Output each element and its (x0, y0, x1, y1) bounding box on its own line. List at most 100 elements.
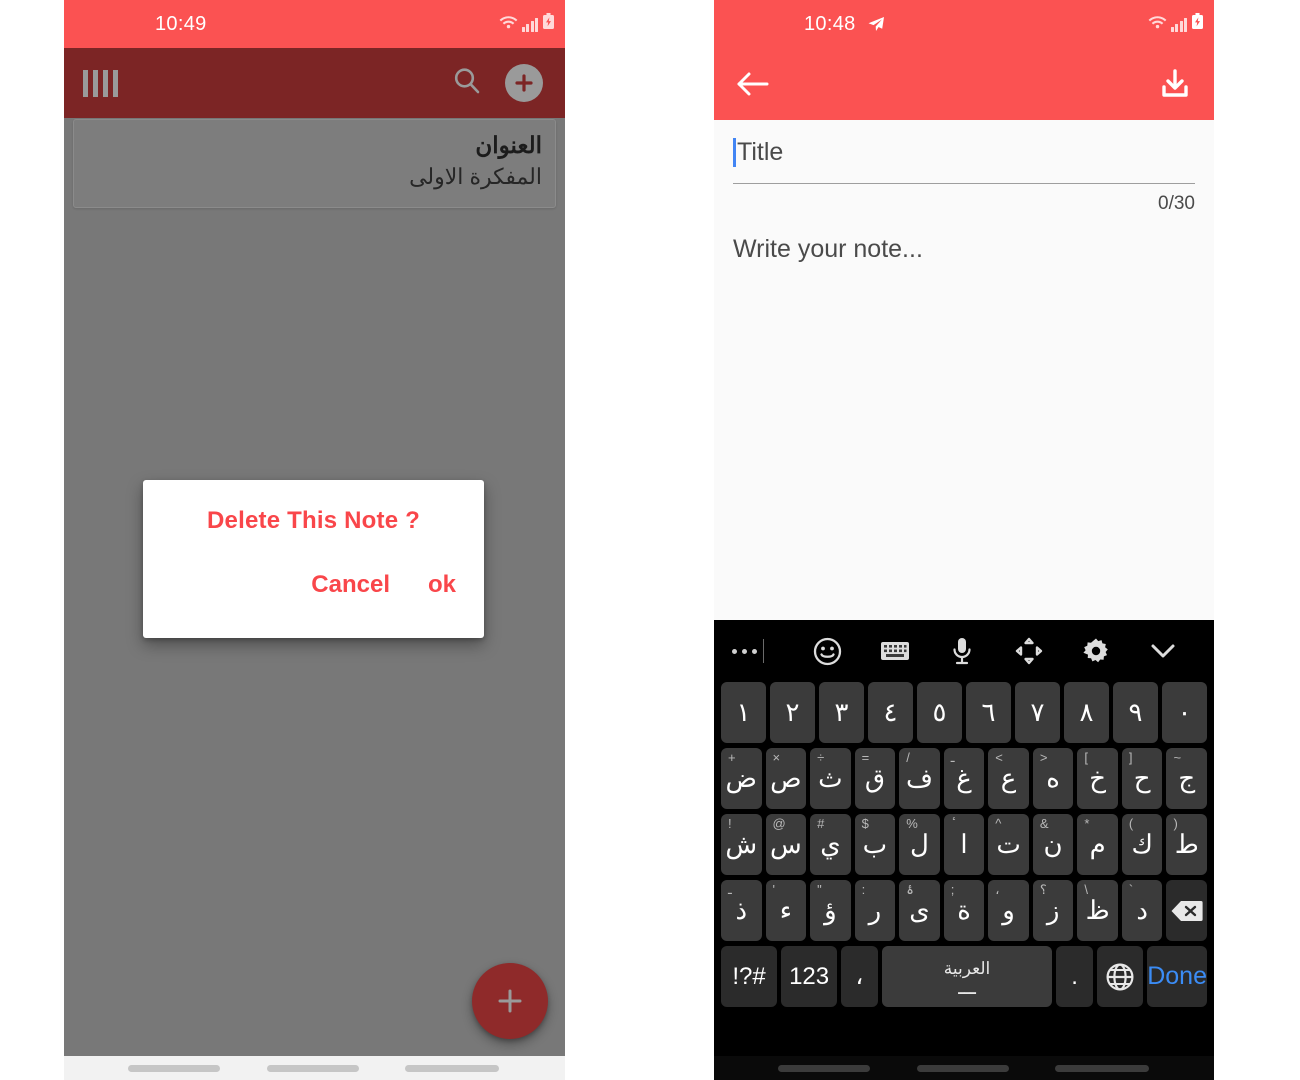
cancel-button[interactable]: Cancel (311, 571, 390, 599)
nav-pill-recents[interactable] (405, 1065, 499, 1072)
key-letter[interactable]: \ ظ (1077, 880, 1118, 941)
wifi-icon (1148, 14, 1167, 34)
ok-button[interactable]: ok (428, 571, 456, 599)
key-superscript: " (817, 882, 822, 897)
key-space[interactable]: العربية ـــ (881, 946, 1053, 1007)
key-letter[interactable]: ÷ ث (810, 748, 851, 809)
add-note-fab[interactable] (472, 963, 548, 1039)
key-digit[interactable]: ٤ (868, 682, 913, 743)
key-superscript: $ (861, 816, 869, 831)
right-status-bar: 10:48 (714, 0, 1214, 48)
key-letter[interactable]: & ن (1032, 814, 1074, 875)
key-letter[interactable]: ` د (1121, 880, 1163, 941)
left-navigation-bar[interactable] (64, 1056, 565, 1080)
key-letter[interactable]: % ل (899, 814, 940, 875)
left-app-bar (64, 48, 565, 118)
key-letter[interactable]: :ر (854, 880, 896, 941)
key-main: ؤ (824, 895, 837, 925)
key-letter[interactable]: ! ش (721, 814, 762, 875)
key-letter[interactable]: ^ ت (988, 814, 1029, 875)
nav-pill-home[interactable] (917, 1065, 1009, 1072)
key-letter[interactable]: / ف (899, 748, 940, 809)
key-superscript: @ (772, 816, 786, 831)
screenshot-stage: 10:49 العنوان المفكرة الاولى Delete This… (0, 0, 1300, 1080)
key-letter[interactable]: @ س (765, 814, 807, 875)
key-digit[interactable]: ٣ (819, 682, 864, 743)
key-letter[interactable]: $ ب (854, 814, 896, 875)
dialog-actions: Cancel ok (143, 571, 484, 599)
key-superscript: ) (1173, 816, 1178, 831)
key-superscript: # (817, 816, 825, 831)
key-letter[interactable]: ؟ ز (1032, 880, 1074, 941)
key-digit[interactable]: ٦ (966, 682, 1011, 743)
char-counter: 0/30 (1158, 193, 1195, 214)
key-letter[interactable]: × ص (765, 748, 807, 809)
note-body-input[interactable]: Write your note... (733, 215, 1195, 264)
key-digit[interactable]: ٨ (1064, 682, 1109, 743)
key-digit[interactable]: ٠ (1162, 682, 1207, 743)
key-done[interactable]: Done (1147, 946, 1207, 1007)
key-superscript: ~ (1173, 750, 1182, 765)
nav-pill-back[interactable] (778, 1065, 870, 1072)
key-letter[interactable]: ~ ج (1166, 748, 1208, 809)
key-numbers[interactable]: 123 (781, 946, 838, 1007)
emoji-icon[interactable] (794, 637, 861, 666)
key-digit[interactable]: ١ (721, 682, 766, 743)
key-letter[interactable]: ٔا (943, 814, 985, 875)
chevron-down-icon[interactable] (1129, 642, 1196, 660)
search-icon[interactable] (451, 65, 483, 102)
note-title: العنوان (475, 132, 542, 158)
nav-pill-home[interactable] (267, 1065, 359, 1072)
key-superscript: ( (1128, 816, 1134, 831)
key-letter[interactable]: # ي (810, 814, 851, 875)
key-letter[interactable]: ـغ (943, 748, 985, 809)
key-main: ز (1046, 895, 1060, 925)
key-digit[interactable]: ٢ (770, 682, 815, 743)
key-letter[interactable]: + ض (721, 748, 762, 809)
key-letter[interactable]: > ه (1032, 748, 1074, 809)
key-comma[interactable]: ، (841, 946, 878, 1007)
key-letter[interactable]: ' ء (765, 880, 807, 941)
key-digit[interactable]: ٩ (1113, 682, 1158, 743)
key-superscript: \ (1084, 882, 1088, 897)
key-digit[interactable]: ٧ (1015, 682, 1060, 743)
nav-pill-recents[interactable] (1055, 1065, 1149, 1072)
key-superscript: ÷ (817, 750, 825, 765)
key-letter[interactable]: ) ط (1166, 814, 1208, 875)
key-letter[interactable]: [خ (1077, 748, 1118, 809)
key-letter[interactable]: ; ة (943, 880, 985, 941)
key-superscript: % (906, 816, 918, 831)
cursor-arrows-icon[interactable] (995, 636, 1062, 666)
key-superscript: ^ (995, 816, 1002, 831)
key-letter[interactable]: = ق (854, 748, 896, 809)
right-navigation-bar[interactable] (714, 1056, 1214, 1080)
add-circle-icon[interactable] (505, 64, 543, 102)
title-input[interactable]: Title (733, 120, 1195, 167)
key-superscript: * (1084, 816, 1090, 831)
gear-icon[interactable] (1062, 637, 1129, 665)
left-status-bar: 10:49 (64, 0, 565, 48)
more-options-icon[interactable] (732, 639, 794, 663)
key-main: ش (725, 829, 758, 859)
key-letter[interactable]: ـذ (721, 880, 762, 941)
key-letter[interactable]: * م (1077, 814, 1118, 875)
list-item[interactable]: العنوان المفكرة الاولى (73, 119, 556, 208)
back-arrow-icon[interactable] (736, 71, 770, 97)
key-symbols[interactable]: !?# (721, 946, 778, 1007)
menu-bars-icon[interactable] (83, 69, 118, 97)
key-letter[interactable]: ، و (988, 880, 1029, 941)
key-letter[interactable]: ۀى (899, 880, 940, 941)
save-download-icon[interactable] (1158, 67, 1192, 101)
key-period[interactable]: . (1056, 946, 1093, 1007)
key-digit[interactable]: ٥ (917, 682, 962, 743)
nav-pill-back[interactable] (128, 1065, 220, 1072)
globe-icon[interactable] (1096, 946, 1144, 1007)
key-letter[interactable]: ] ح (1121, 748, 1163, 809)
key-letter[interactable]: (ك (1121, 814, 1163, 875)
microphone-icon[interactable] (928, 636, 995, 666)
backspace-icon[interactable] (1166, 880, 1208, 941)
key-main: ل (910, 829, 929, 859)
keyboard-icon[interactable] (861, 640, 928, 662)
key-letter[interactable]: < ع (988, 748, 1029, 809)
key-letter[interactable]: " ؤ (810, 880, 851, 941)
